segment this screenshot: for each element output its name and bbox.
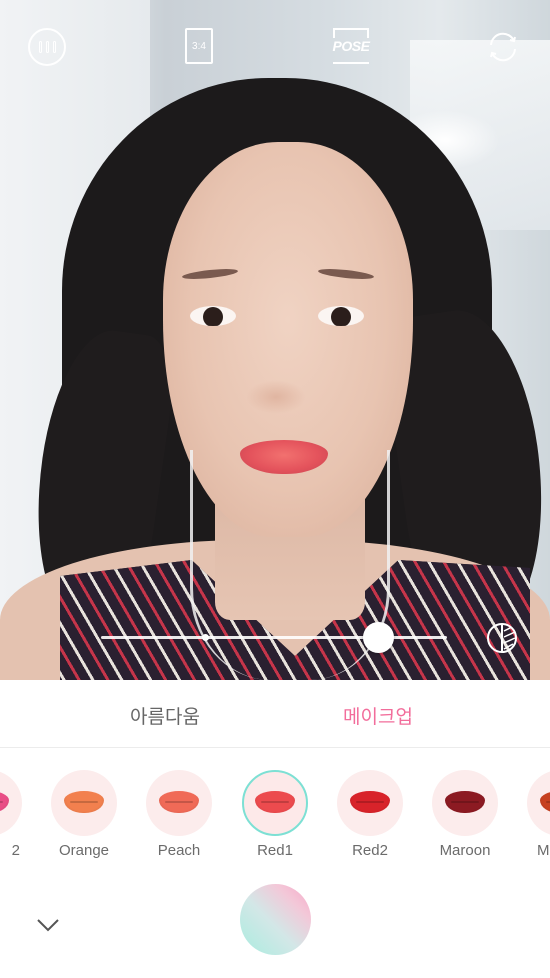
aspect-ratio-button[interactable]: 3:4 xyxy=(185,28,213,64)
lip-color-item[interactable]: 2 xyxy=(0,770,22,858)
camera-flip-icon xyxy=(490,32,516,62)
tab-makeup[interactable]: 메이크업 xyxy=(343,702,413,729)
lip-color-label: Maroon xyxy=(439,842,491,858)
lip-swatch xyxy=(0,770,22,836)
lips-icon xyxy=(0,791,9,813)
lips-icon xyxy=(540,791,550,813)
menu-button[interactable] xyxy=(28,28,66,66)
lips-icon xyxy=(255,791,295,813)
intensity-slider[interactable] xyxy=(101,622,447,653)
lip-swatch xyxy=(527,770,550,836)
lip-swatch xyxy=(432,770,498,836)
lip-swatch xyxy=(337,770,403,836)
menu-icon xyxy=(38,41,56,53)
lip-swatch xyxy=(146,770,212,836)
chevron-down-icon xyxy=(37,919,59,932)
lip-swatch xyxy=(51,770,117,836)
lip-color-label: Orange xyxy=(58,842,110,858)
pose-label: POSE xyxy=(332,38,370,54)
preview-eye-left xyxy=(190,306,236,326)
lip-color-label: Red2 xyxy=(352,842,388,858)
lip-color-label: M xyxy=(537,842,550,858)
lip-color-label: Red1 xyxy=(257,842,293,858)
lips-icon xyxy=(445,791,485,813)
lip-color-item[interactable]: Peach xyxy=(146,770,212,858)
lip-color-item[interactable]: Maroon xyxy=(432,770,498,858)
tab-beauty[interactable]: 아름다움 xyxy=(130,702,200,729)
lip-color-label: 2 xyxy=(11,842,20,858)
shutter-button[interactable] xyxy=(240,884,311,955)
lips-icon xyxy=(350,791,390,813)
lip-color-label: Peach xyxy=(157,842,201,858)
aspect-ratio-label: 3:4 xyxy=(192,40,206,52)
compare-icon xyxy=(487,623,517,653)
compare-button[interactable] xyxy=(486,622,518,654)
lips-icon xyxy=(64,791,104,813)
slider-default-marker xyxy=(202,634,209,641)
lip-color-item[interactable]: M xyxy=(527,770,550,858)
lip-color-item-selected[interactable]: Red1 xyxy=(242,770,308,858)
camera-flip-button[interactable] xyxy=(484,28,522,66)
slider-handle[interactable] xyxy=(362,622,394,653)
top-bar: 3:4 POSE xyxy=(0,0,550,95)
collapse-button[interactable] xyxy=(35,916,61,934)
lip-color-item[interactable]: Red2 xyxy=(337,770,403,858)
camera-preview[interactable] xyxy=(0,0,550,680)
pose-button[interactable]: POSE xyxy=(332,28,370,64)
lip-color-item[interactable]: Orange xyxy=(51,770,117,858)
lip-swatch-selected xyxy=(242,770,308,836)
category-tabs: 아름다움 메이크업 xyxy=(0,680,550,748)
lip-color-list: 2 Orange Peach Red1 Red2 Maroon M xyxy=(0,748,550,858)
preview-nose xyxy=(246,380,306,414)
lips-icon xyxy=(159,791,199,813)
preview-eye-right xyxy=(318,306,364,326)
bottom-panel: 아름다움 메이크업 2 Orange Peach Red1 Red2 Maroo… xyxy=(0,680,550,978)
preview-earphone-cable xyxy=(190,450,390,680)
